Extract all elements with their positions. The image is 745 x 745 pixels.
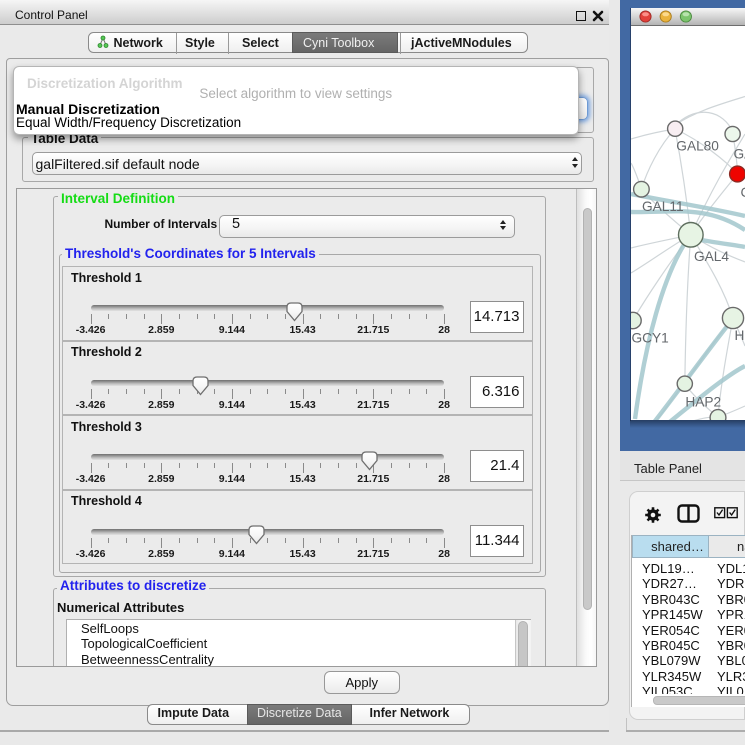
svg-text:GAL80: GAL80 [676,139,719,154]
svg-text:GCY1: GCY1 [632,331,669,346]
svg-text:GAL4: GAL4 [694,249,729,264]
svg-text:HAP2: HAP2 [685,395,721,410]
svg-text:H: H [735,329,745,344]
svg-text:GAL11: GAL11 [642,200,684,215]
svg-text:GA: GA [734,147,745,162]
svg-text:C: C [741,186,745,201]
